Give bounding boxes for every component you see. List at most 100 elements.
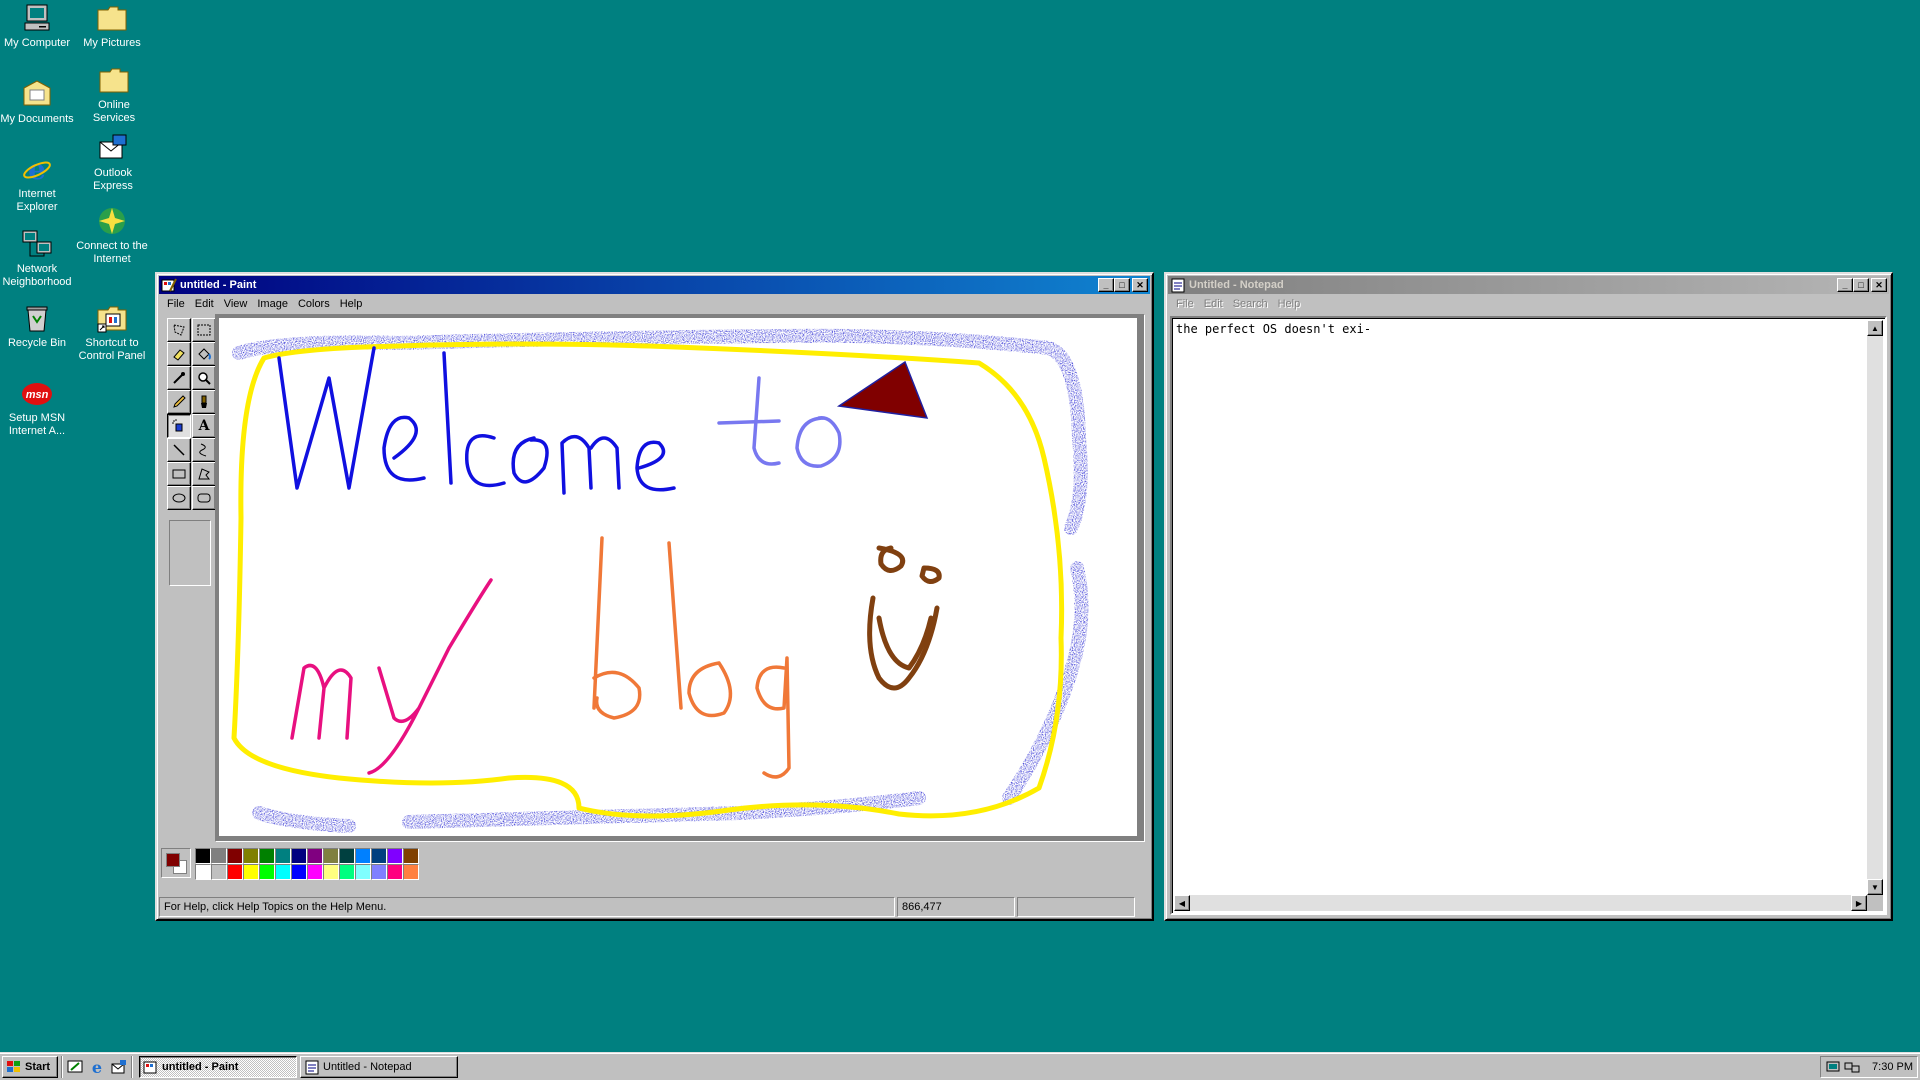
start-button[interactable]: Start <box>2 1055 58 1078</box>
palette-swatch[interactable] <box>195 864 211 880</box>
close-button[interactable]: ✕ <box>1132 278 1148 292</box>
canvas-scroll-area[interactable] <box>215 314 1145 842</box>
airbrush-tool[interactable] <box>167 414 191 438</box>
drawing <box>231 328 1089 833</box>
free-select-tool[interactable] <box>167 318 191 342</box>
desktop-icon-setup-msn[interactable]: msn Setup MSN Internet A... <box>0 377 74 438</box>
palette-swatch[interactable] <box>227 848 243 864</box>
palette-swatch[interactable] <box>371 864 387 880</box>
palette-swatch[interactable] <box>307 848 323 864</box>
close-button[interactable]: ✕ <box>1871 278 1887 292</box>
line-tool[interactable] <box>167 438 191 462</box>
menu-image[interactable]: Image <box>253 298 294 310</box>
menu-colors[interactable]: Colors <box>294 298 336 310</box>
menu-search[interactable]: Search <box>1229 298 1274 310</box>
paint-window[interactable]: untitled - Paint _ □ ✕ File Edit View Im… <box>155 272 1154 921</box>
desktop-icon-recycle-bin[interactable]: Recycle Bin <box>0 302 74 350</box>
vertical-scrollbar[interactable]: ▲ ▼ <box>1867 320 1883 895</box>
scroll-right-button[interactable]: ▶ <box>1851 895 1867 911</box>
menu-file[interactable]: File <box>163 298 191 310</box>
palette-swatch[interactable] <box>275 864 291 880</box>
desktop-icon-outlook-express[interactable]: Outlook Express <box>76 132 150 193</box>
magnifier-tool[interactable] <box>192 366 216 390</box>
palette-swatch[interactable] <box>227 864 243 880</box>
eraser-icon <box>173 349 185 361</box>
palette-swatch[interactable] <box>211 848 227 864</box>
eraser-tool[interactable] <box>167 342 191 366</box>
notepad-titlebar[interactable]: Untitled - Notepad _ □ ✕ <box>1168 276 1889 294</box>
rounded-rect-tool[interactable] <box>192 486 216 510</box>
folder-icon <box>97 6 127 31</box>
palette-swatch[interactable] <box>339 864 355 880</box>
ellipse-tool[interactable] <box>167 486 191 510</box>
palette-swatch[interactable] <box>259 864 275 880</box>
palette-swatch[interactable] <box>243 864 259 880</box>
menu-file[interactable]: File <box>1172 298 1200 310</box>
scroll-down-button[interactable]: ▼ <box>1867 879 1883 895</box>
desktop-icon-my-pictures[interactable]: My Pictures <box>75 2 149 50</box>
palette-swatch[interactable] <box>323 848 339 864</box>
menu-view[interactable]: View <box>220 298 254 310</box>
text-tool[interactable]: A <box>192 414 216 438</box>
desktop-icon-my-documents[interactable]: My Documents <box>0 78 74 126</box>
menu-help[interactable]: Help <box>1274 298 1307 310</box>
horizontal-scrollbar[interactable]: ◀ ▶ <box>1174 895 1867 911</box>
desktop-icon-connect-internet[interactable]: Connect to the Internet <box>75 205 149 266</box>
scroll-up-button[interactable]: ▲ <box>1867 320 1883 336</box>
polygon-tool[interactable] <box>192 462 216 486</box>
tool-options-box[interactable] <box>169 520 211 586</box>
clock[interactable]: 7:30 PM <box>1872 1061 1913 1073</box>
palette-swatch[interactable] <box>195 848 211 864</box>
palette-swatch[interactable] <box>307 864 323 880</box>
rectangle-tool[interactable] <box>167 462 191 486</box>
palette-swatch[interactable] <box>355 848 371 864</box>
menu-help[interactable]: Help <box>336 298 369 310</box>
palette-swatch[interactable] <box>243 848 259 864</box>
display-settings-icon[interactable] <box>1825 1059 1841 1075</box>
palette-swatch[interactable] <box>323 864 339 880</box>
notepad-text-area[interactable]: the perfect OS doesn't exi- ▲ ▼ ◀ ▶ <box>1170 316 1887 915</box>
window-title: Untitled - Notepad <box>1189 279 1284 291</box>
menu-edit[interactable]: Edit <box>191 298 220 310</box>
desktop-icon-internet-explorer[interactable]: e Internet Explorer <box>0 153 74 214</box>
palette-swatch[interactable] <box>291 848 307 864</box>
brush-tool[interactable] <box>192 390 216 414</box>
palette-swatch[interactable] <box>275 848 291 864</box>
palette-swatch[interactable] <box>371 848 387 864</box>
taskbar-button-paint[interactable]: untitled - Paint <box>139 1055 297 1078</box>
curve-tool[interactable] <box>192 438 216 462</box>
maximize-button[interactable]: □ <box>1114 278 1130 292</box>
show-desktop-icon[interactable] <box>66 1058 84 1076</box>
desktop-icon-my-computer[interactable]: My Computer <box>0 2 74 50</box>
palette-swatch[interactable] <box>339 848 355 864</box>
desktop-icon-network-neighborhood[interactable]: Network Neighborhood <box>0 228 74 289</box>
taskbar-button-notepad[interactable]: Untitled - Notepad <box>300 1055 458 1078</box>
fill-tool[interactable] <box>192 342 216 366</box>
minimize-button[interactable]: _ <box>1098 278 1114 292</box>
current-colors[interactable] <box>161 848 191 878</box>
network-tray-icon[interactable] <box>1844 1059 1860 1075</box>
outlook-express-icon[interactable] <box>110 1058 128 1076</box>
rect-select-tool[interactable] <box>192 318 216 342</box>
palette-swatch[interactable] <box>403 864 419 880</box>
internet-explorer-icon[interactable]: e <box>88 1058 106 1076</box>
palette-swatch[interactable] <box>259 848 275 864</box>
palette-swatch[interactable] <box>291 864 307 880</box>
palette-swatch[interactable] <box>387 864 403 880</box>
pencil-tool[interactable] <box>167 390 191 414</box>
minimize-button[interactable]: _ <box>1837 278 1853 292</box>
maximize-button[interactable]: □ <box>1853 278 1869 292</box>
drawing-canvas[interactable] <box>219 318 1137 836</box>
desktop-icon-control-panel-shortcut[interactable]: Shortcut to Control Panel <box>75 302 149 363</box>
palette-swatch[interactable] <box>211 864 227 880</box>
paint-titlebar[interactable]: untitled - Paint _ □ ✕ <box>159 276 1150 294</box>
menu-edit[interactable]: Edit <box>1200 298 1229 310</box>
svg-text:e: e <box>28 153 46 185</box>
desktop-icon-online-services[interactable]: Online Services <box>77 64 151 125</box>
notepad-window[interactable]: Untitled - Notepad _ □ ✕ File Edit Searc… <box>1164 272 1893 921</box>
scroll-left-button[interactable]: ◀ <box>1174 895 1190 911</box>
palette-swatch[interactable] <box>387 848 403 864</box>
color-picker-tool[interactable] <box>167 366 191 390</box>
palette-swatch[interactable] <box>403 848 419 864</box>
palette-swatch[interactable] <box>355 864 371 880</box>
